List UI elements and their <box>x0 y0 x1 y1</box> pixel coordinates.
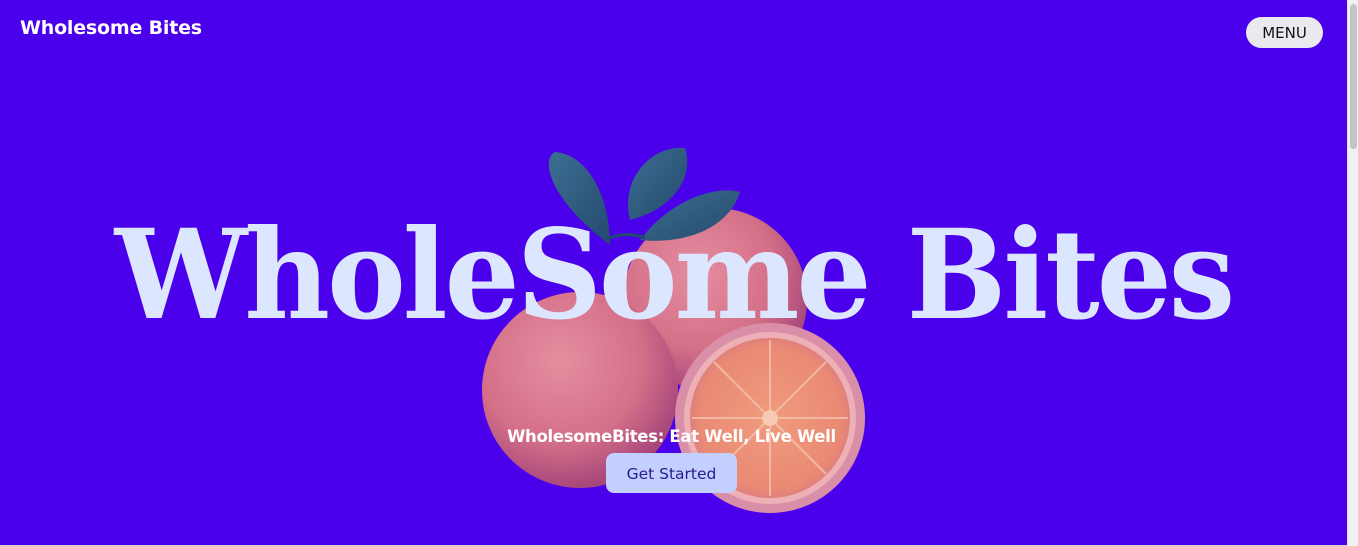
scrollbar-thumb[interactable] <box>1350 4 1357 149</box>
menu-button[interactable]: MENU <box>1246 17 1323 48</box>
hero-tagline: WholesomeBites: Eat Well, Live Well <box>507 427 836 446</box>
hero-page: Wholesome Bites MENU WholeSome Bites Who… <box>0 0 1347 545</box>
get-started-button[interactable]: Get Started <box>606 453 737 493</box>
hero-title: WholeSome Bites <box>114 201 1235 348</box>
brand-logo-text[interactable]: Wholesome Bites <box>20 17 202 39</box>
page-scrollbar[interactable] <box>1347 0 1358 546</box>
